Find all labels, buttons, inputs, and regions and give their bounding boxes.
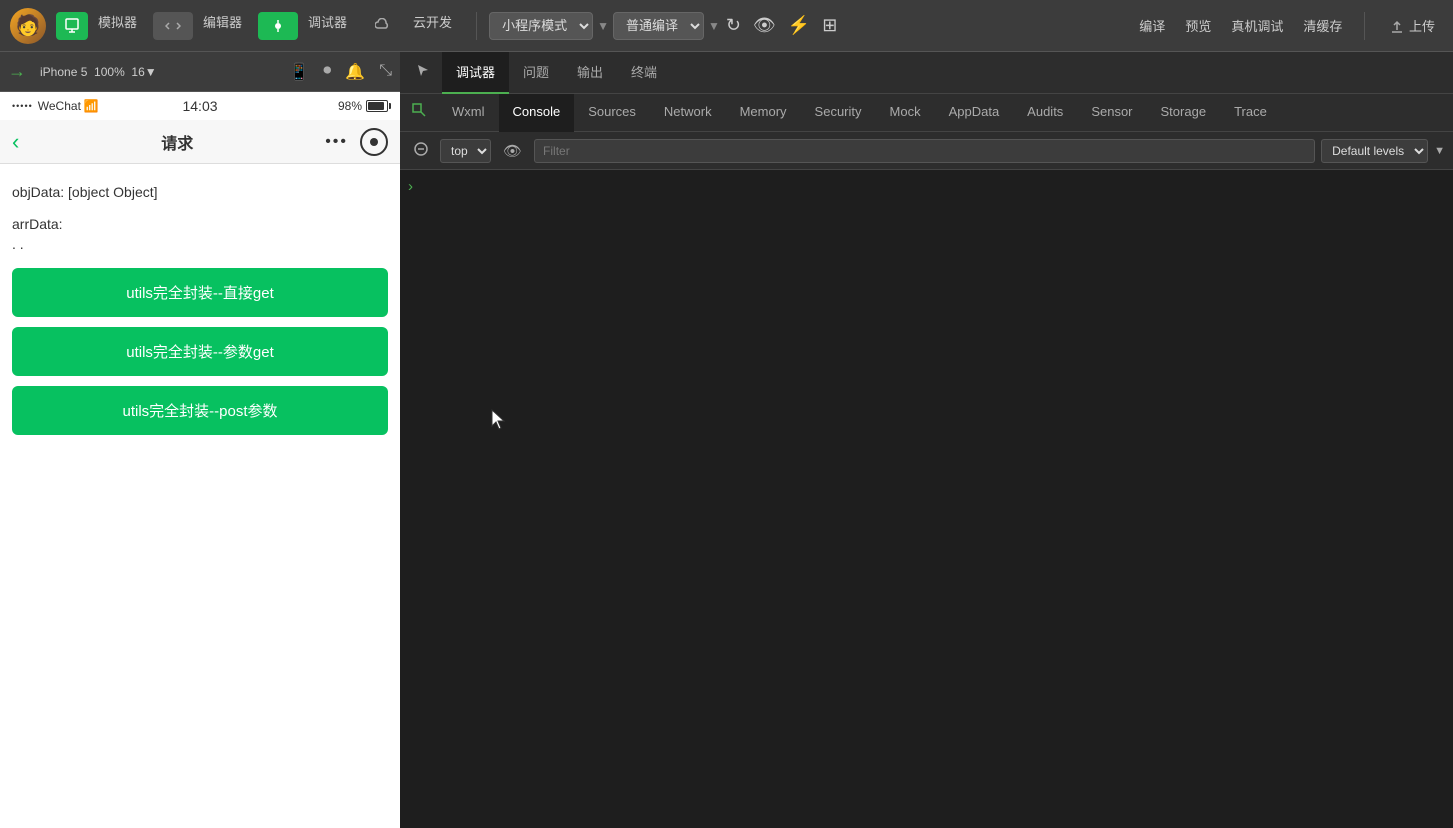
phone-nav: ‹ 请求 ••• [0, 120, 400, 164]
device-info: iPhone 5 100% 16▼ [40, 65, 157, 79]
left-panel: → iPhone 5 100% 16▼ 📱 ⏺ 🔔 ⤡ [0, 52, 400, 828]
record-circle-icon [360, 128, 388, 156]
btn-param-get[interactable]: utils完全封装--参数get [12, 327, 388, 376]
mode-select[interactable]: 小程序模式 [489, 12, 593, 40]
editor-icon-btn[interactable] [153, 12, 193, 40]
special-btn[interactable]: ⚡ [782, 13, 816, 38]
divider2 [1364, 12, 1365, 40]
carrier-label: WeChat [38, 99, 81, 113]
status-right: 98% [338, 99, 388, 113]
layers-btn[interactable]: ⊞ [816, 13, 843, 38]
mode-dropdown-arrow: ▼ [597, 19, 609, 33]
debug-buttons: 调试器 [258, 12, 353, 40]
console-area[interactable]: › [400, 170, 1453, 828]
refresh-btn[interactable]: ↻ [720, 13, 747, 38]
clear-btn[interactable]: 清缓存 [1297, 14, 1348, 37]
levels-arrow: ▼ [1434, 145, 1445, 157]
volume-icon: 🔔 [345, 62, 365, 82]
devtools-main-tabs: Wxml Console Sources Network Memory Secu… [400, 94, 1453, 132]
tab-trace[interactable]: Trace [1220, 94, 1281, 132]
tab-network[interactable]: Network [650, 94, 726, 132]
cloud-icon-btn[interactable] [363, 12, 403, 40]
signal-dots: ••••• [12, 101, 33, 111]
nav-dots-icon: ••• [325, 133, 348, 151]
context-select[interactable]: top [440, 139, 491, 163]
tab-sensor[interactable]: Sensor [1077, 94, 1146, 132]
btn-direct-get[interactable]: utils完全封装--直接get [12, 268, 388, 317]
status-left: ••••• WeChat 📶 [12, 99, 99, 113]
eye-btn[interactable]: 👁 [747, 13, 782, 38]
devtools-toolbar: top 👁 Default levels ▼ [400, 132, 1453, 170]
phone-content: objData: [object Object] arrData: . . ut… [0, 164, 400, 465]
upload-btn[interactable]: 上传 [1381, 14, 1443, 38]
cloud-label[interactable]: 云开发 [413, 12, 452, 40]
debug-label[interactable]: 调试器 [308, 12, 347, 40]
avatar: 🧑 [10, 8, 46, 44]
compile-select[interactable]: 普通编译 [613, 12, 704, 40]
main-area: → iPhone 5 100% 16▼ 📱 ⏺ 🔔 ⤡ [0, 52, 1453, 828]
filter-input[interactable] [534, 139, 1315, 163]
battery-pct: 98% [338, 99, 362, 113]
tab-security[interactable]: Security [801, 94, 876, 132]
console-prompt: › [408, 178, 413, 195]
editor-label[interactable]: 编辑器 [203, 12, 242, 40]
tab-wxml[interactable]: Wxml [438, 94, 499, 132]
tab-terminal[interactable]: 终端 [617, 52, 671, 94]
device-icons: 📱 ⏺ 🔔 ⤡ [289, 62, 392, 82]
simulator-label[interactable]: 模拟器 [98, 12, 137, 40]
tab-memory[interactable]: Memory [726, 94, 801, 132]
tab-debugger[interactable]: 调试器 [442, 52, 509, 94]
preview-btn[interactable]: 预览 [1179, 14, 1217, 37]
stop-icon-btn[interactable] [408, 139, 434, 163]
tab-mock[interactable]: Mock [876, 94, 935, 132]
device-toolbar: → iPhone 5 100% 16▼ 📱 ⏺ 🔔 ⤡ [0, 52, 400, 92]
phone-screen: ••••• WeChat 📶 14:03 98% ‹ 请求 ••• [0, 92, 400, 828]
battery-icon [366, 100, 388, 112]
debug-icon-btn[interactable] [258, 12, 298, 40]
divider1 [476, 12, 477, 40]
devtools-top-tabs: 调试器 问题 输出 终端 [400, 52, 1453, 94]
compile-dropdown-arrow: ▼ [708, 19, 720, 33]
status-time: 14:03 [182, 98, 217, 114]
cloud-buttons: 云开发 [363, 12, 458, 40]
arr-data-items: . . [12, 236, 388, 252]
inspect-element-btn[interactable] [404, 99, 434, 126]
tab-output[interactable]: 输出 [563, 52, 617, 94]
tab-audits[interactable]: Audits [1013, 94, 1077, 132]
nav-icons: ••• [325, 128, 388, 156]
battery-fill [368, 102, 384, 110]
rotate-icon: ⤡ [379, 62, 392, 82]
compile-btn[interactable]: 编译 [1133, 14, 1171, 37]
tab-appdata[interactable]: AppData [935, 94, 1014, 132]
levels-select[interactable]: Default levels [1321, 139, 1428, 163]
eye-filter-btn[interactable]: 👁 [497, 139, 528, 163]
wifi-icon: 📶 [84, 99, 99, 113]
simulator-icon-btn[interactable] [56, 12, 88, 40]
forward-icon: → [8, 61, 26, 82]
phone-title: 请求 [29, 130, 325, 154]
cursor-tool-btn[interactable] [408, 59, 438, 86]
editor-buttons: 编辑器 [153, 12, 248, 40]
right-panel: 调试器 问题 输出 终端 Wxml Console Sou [400, 52, 1453, 828]
phone-icon: 📱 [289, 62, 309, 82]
obj-data-text: objData: [object Object] [12, 184, 388, 200]
tab-storage[interactable]: Storage [1147, 94, 1221, 132]
back-icon[interactable]: ‹ [12, 129, 19, 155]
toolbar-right: 编译 预览 真机调试 清缓存 上传 [1133, 12, 1443, 40]
mode-buttons: 模拟器 [56, 12, 143, 40]
btn-post-param[interactable]: utils完全封装--post参数 [12, 386, 388, 435]
tab-problems[interactable]: 问题 [509, 52, 563, 94]
tab-sources[interactable]: Sources [574, 94, 650, 132]
top-toolbar: 🧑 模拟器 编辑器 调试器 云开发 小程序模式 ▼ 普通编译 ▼ ↻ 👁 ⚡ ⊞ [0, 0, 1453, 52]
arr-data-text: arrData: [12, 216, 388, 232]
tab-console[interactable]: Console [499, 94, 575, 132]
record-icon: ⏺ [323, 62, 331, 82]
status-bar: ••••• WeChat 📶 14:03 98% [0, 92, 400, 120]
real-debug-btn[interactable]: 真机调试 [1225, 14, 1289, 37]
